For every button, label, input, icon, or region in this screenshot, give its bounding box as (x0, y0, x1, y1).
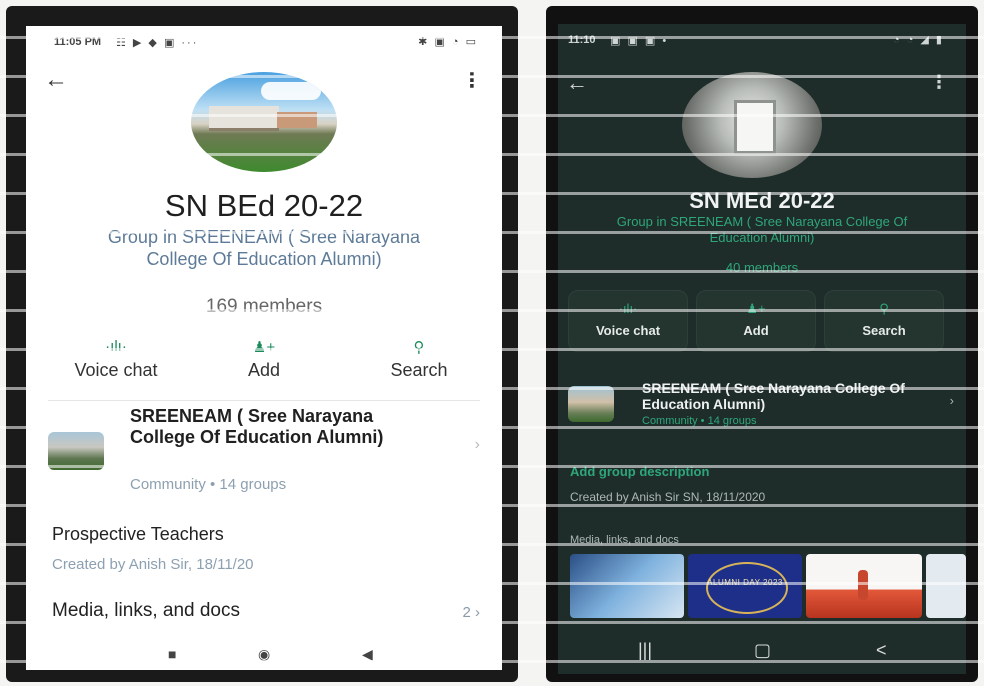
back-arrow-icon[interactable]: ← (44, 66, 68, 94)
more-options-icon[interactable]: ⋮ (462, 68, 482, 93)
add-button[interactable]: ♟+ Add (199, 338, 329, 381)
add-button[interactable]: ♟+ Add (696, 290, 816, 352)
home-icon[interactable]: ◉ (258, 646, 270, 663)
status-bar: 11:05 PM ☷ ▶ ◆ ▣ ··· ✱ ▣ ◔ ▭ (26, 26, 502, 56)
chevron-right-icon[interactable]: › (950, 393, 954, 408)
voice-icon: ·ılı· (105, 338, 127, 355)
add-label: Add (247, 360, 281, 380)
voice-chat-button[interactable]: ·ılı· Voice chat (568, 290, 688, 352)
community-avatar[interactable] (48, 432, 104, 470)
member-count: 169 members (205, 296, 323, 317)
more-options-icon[interactable]: ⋮ (930, 72, 948, 93)
phone-dark: 11:10 ▣ ▣ ▣ • ◔ ◔ ◢ ▮ ← ⋮ SN MEd 20-22 G… (546, 6, 978, 682)
chevron-right-icon[interactable]: › (475, 436, 480, 454)
group-avatar[interactable] (191, 72, 337, 172)
voice-chat-label: Voice chat (595, 323, 661, 338)
member-count: 40 members (725, 260, 799, 275)
community-name[interactable]: SREENEAM ( Sree Narayana College Of Educ… (130, 406, 420, 448)
search-button[interactable]: ⚲ Search (824, 290, 944, 352)
media-thumbnail[interactable]: ALUMNI DAY 2023 (688, 554, 802, 618)
group-info-screen-dark: 11:10 ▣ ▣ ▣ • ◔ ◔ ◢ ▮ ← ⋮ SN MEd 20-22 G… (558, 24, 966, 674)
navigation-bar: ||| ▢ < (558, 628, 966, 674)
voice-chat-label: Voice chat (74, 360, 158, 380)
search-label: Search (862, 323, 906, 338)
group-subtitle[interactable]: Group in SREENEAM ( Sree Narayana Colleg… (76, 226, 452, 270)
status-bar: 11:10 ▣ ▣ ▣ • ◔ ◔ ◢ ▮ (558, 24, 966, 54)
created-by: Created by Anish Sir, 18/11/20 (52, 556, 254, 573)
media-thumbnail[interactable] (926, 554, 966, 618)
search-icon: ⚲ (413, 339, 425, 356)
group-description[interactable]: Prospective Teachers (52, 524, 224, 545)
group-title: SN MEd 20-22 (689, 188, 835, 213)
status-time: 11:10 (568, 34, 596, 46)
community-name[interactable]: SREENEAM ( Sree Narayana College Of Educ… (642, 380, 922, 412)
add-description-link[interactable]: Add group description (570, 464, 709, 479)
media-links-docs[interactable]: Media, links, and docs (52, 600, 240, 622)
group-title: SN BEd 20-22 (164, 188, 364, 223)
back-icon[interactable]: ◀ (362, 646, 373, 663)
back-icon[interactable]: < (876, 640, 887, 661)
notification-icons: ☷ ▶ ◆ ▣ ··· (116, 37, 199, 49)
thumbnail-caption: ALUMNI DAY 2023 (707, 578, 783, 587)
media-links-docs[interactable]: Media, links, and docs (570, 534, 679, 546)
recents-icon[interactable]: ||| (638, 640, 652, 661)
community-avatar[interactable] (568, 386, 614, 422)
system-icons: ◔ ◔ ◢ ▮ (893, 34, 944, 46)
group-avatar[interactable] (682, 72, 822, 178)
add-person-icon: ♟+ (252, 339, 276, 356)
divider (48, 400, 480, 401)
navigation-bar: ■ ◉ ◀ (26, 640, 502, 670)
home-icon[interactable]: ▢ (754, 640, 771, 661)
media-thumbnail[interactable] (570, 554, 684, 618)
add-person-icon: ♟+ (746, 301, 766, 316)
community-meta: Community • 14 groups (642, 415, 757, 427)
community-meta: Community • 14 groups (130, 476, 287, 493)
search-icon: ⚲ (879, 301, 889, 316)
add-label: Add (743, 323, 769, 338)
status-time: 11:05 PM (54, 36, 102, 48)
notification-icons: ▣ ▣ ▣ • (610, 35, 669, 47)
system-icons: ✱ ▣ ◔ ▭ (418, 36, 478, 48)
back-arrow-icon[interactable]: ← (566, 70, 588, 96)
search-label: Search (390, 360, 448, 380)
voice-chat-button[interactable]: ·ılı· Voice chat (51, 338, 181, 381)
media-thumbnail[interactable] (806, 554, 922, 618)
group-subtitle[interactable]: Group in SREENEAM ( Sree Narayana Colleg… (588, 214, 936, 246)
recents-icon[interactable]: ■ (168, 646, 176, 662)
media-count[interactable]: 2 › (462, 604, 480, 621)
search-button[interactable]: ⚲ Search (354, 338, 484, 381)
voice-icon: ·ılı· (618, 301, 638, 316)
group-info-screen-light: 11:05 PM ☷ ▶ ◆ ▣ ··· ✱ ▣ ◔ ▭ ← ⋮ SN BEd … (26, 26, 502, 670)
created-by: Created by Anish Sir SN, 18/11/2020 (570, 490, 766, 504)
phone-light: 11:05 PM ☷ ▶ ◆ ▣ ··· ✱ ▣ ◔ ▭ ← ⋮ SN BEd … (6, 6, 518, 682)
